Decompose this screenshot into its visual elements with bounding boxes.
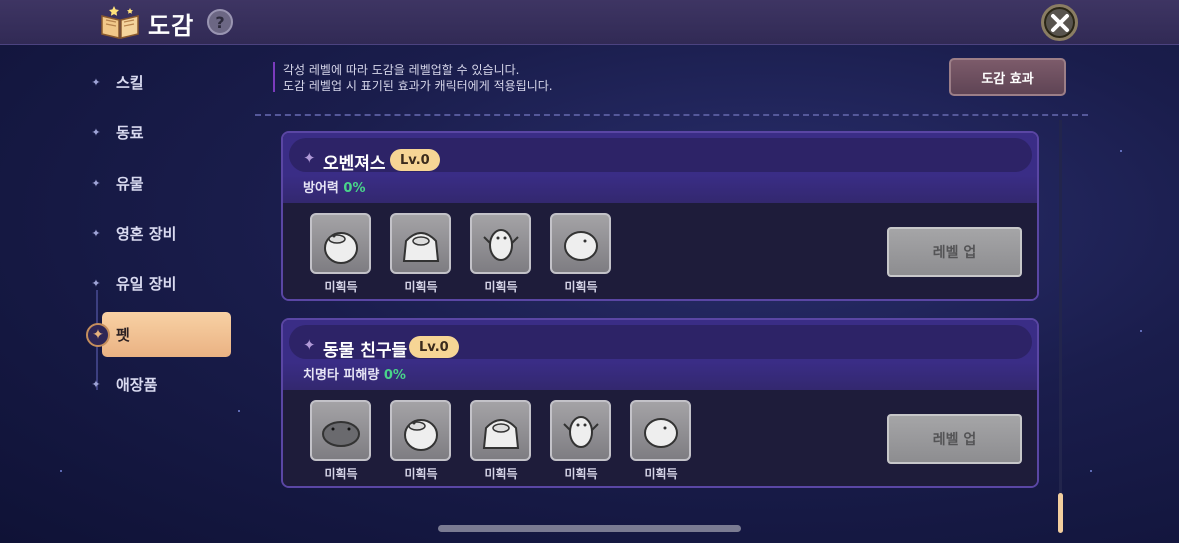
sidebar-item-soul-gear[interactable]: ✦ 영혼 장비: [88, 218, 238, 248]
close-button[interactable]: [1041, 4, 1078, 41]
active-indicator-icon: ✦: [86, 323, 110, 347]
sidebar-item-label: 스킬: [116, 73, 144, 92]
sidebar-item-pet[interactable]: 펫: [102, 312, 231, 357]
info-line: 각성 레벨에 따라 도감을 레벨업할 수 있습니다.: [283, 63, 520, 77]
pet-status: 미획득: [484, 467, 518, 481]
sparkle-icon: ✦: [91, 226, 101, 240]
card-body: 미획득 미획득 미획득 미획득 미획득 레벨 업: [283, 390, 1037, 486]
pet-status: 미획득: [404, 280, 438, 294]
collection-title: 오벤져스: [323, 154, 386, 174]
collection-effect-button[interactable]: 도감 효과: [949, 58, 1066, 96]
sidebar-item-label: 영혼 장비: [116, 224, 177, 243]
horizontal-scrollbar[interactable]: [438, 525, 741, 532]
card-body: 미획득 미획득 미획득 미획득 레벨 업: [283, 203, 1037, 299]
level-up-button[interactable]: 레벨 업: [887, 414, 1022, 464]
sparkle-icon: ✦: [91, 276, 101, 290]
penguin-pet-icon: [390, 213, 451, 274]
divider: [255, 114, 1088, 116]
pet-slot[interactable]: 미획득: [390, 400, 452, 482]
level-badge: Lv.0: [390, 149, 440, 171]
collection-card: ✦ 동물 친구들 Lv.0 치명타 피해량 0% 미획득 미획득 미획득 미획득…: [281, 318, 1039, 488]
sidebar-item-label: 애장품: [116, 375, 158, 394]
pet-status: 미획득: [324, 280, 358, 294]
sidebar-item-label: 유물: [116, 174, 144, 193]
duck-pet-icon: [310, 213, 371, 274]
pet-slot[interactable]: 미획득: [470, 400, 532, 482]
sparkle: [1120, 150, 1122, 152]
info-text: 각성 레벨에 따라 도감을 레벨업할 수 있습니다. 도감 레벨업 시 표기된 …: [283, 62, 553, 94]
pet-slot[interactable]: 미획득: [310, 213, 372, 295]
level-up-button[interactable]: 레벨 업: [887, 227, 1022, 277]
pet-slot[interactable]: 미획득: [310, 400, 372, 482]
sparkle-icon: ✦: [91, 75, 101, 89]
hippo-pet-icon: [310, 400, 371, 461]
sidebar-item-label: 펫: [116, 326, 130, 344]
close-icon: [1050, 13, 1069, 32]
collection-title: 동물 친구들: [323, 341, 408, 361]
sidebar-item-label: 유일 장비: [116, 274, 177, 293]
sparkle: [238, 410, 240, 412]
stat-value: 0%: [343, 181, 366, 196]
pet-slot[interactable]: 미획득: [550, 213, 612, 295]
bird-pet-icon: [550, 400, 611, 461]
collection-stat: 치명타 피해량 0%: [303, 364, 406, 383]
sparkle: [60, 470, 62, 472]
egg-pet-icon: [550, 213, 611, 274]
sparkle: [1090, 470, 1092, 472]
info-accent-bar: [273, 62, 275, 92]
collection-card: ✦ 오벤져스 Lv.0 방어력 0% 미획득 미획득 미획득 미획득 레벨 업: [281, 131, 1039, 301]
pet-status: 미획득: [404, 467, 438, 481]
vertical-scroll-thumb[interactable]: [1058, 493, 1063, 533]
sparkle-icon: ✦: [91, 176, 101, 190]
sparkle-icon: ✦: [303, 149, 316, 167]
help-button[interactable]: ?: [207, 9, 233, 35]
pet-slot[interactable]: 미획득: [470, 213, 532, 295]
pet-status: 미획득: [484, 280, 518, 294]
sidebar-item-label: 동료: [116, 123, 144, 142]
sidebar-item-companion[interactable]: ✦ 동료: [88, 117, 238, 147]
card-header: ✦ 동물 친구들 Lv.0 치명타 피해량 0%: [283, 320, 1037, 390]
pet-status: 미획득: [644, 467, 678, 481]
sidebar-item-unique-gear[interactable]: ✦ 유일 장비: [88, 268, 238, 298]
pet-status: 미획득: [324, 467, 358, 481]
penguin-pet-icon: [470, 400, 531, 461]
pet-slot[interactable]: 미획득: [390, 213, 452, 295]
card-title-bar: ✦ 동물 친구들 Lv.0: [289, 325, 1032, 361]
collection-stat: 방어력 0%: [303, 177, 366, 196]
pet-slot[interactable]: 미획득: [630, 400, 692, 482]
vertical-scrollbar[interactable]: [1059, 120, 1062, 530]
sidebar-item-keepsake[interactable]: ✦ 애장품: [88, 369, 238, 399]
egg-pet-icon: [630, 400, 691, 461]
stat-value: 0%: [383, 368, 406, 383]
pet-slot[interactable]: 미획득: [550, 400, 612, 482]
level-badge: Lv.0: [409, 336, 459, 358]
card-title-bar: ✦ 오벤져스 Lv.0: [289, 138, 1032, 174]
sidebar-item-relic[interactable]: ✦ 유물: [88, 168, 238, 198]
stat-label: 방어력: [303, 181, 339, 196]
sparkle-icon: ✦: [303, 336, 316, 354]
book-icon: [100, 4, 140, 40]
pet-status: 미획득: [564, 280, 598, 294]
sidebar-item-skill[interactable]: ✦ 스킬: [88, 67, 238, 97]
sparkle-icon: ✦: [91, 377, 101, 391]
card-header: ✦ 오벤져스 Lv.0 방어력 0%: [283, 133, 1037, 203]
bird-pet-icon: [470, 213, 531, 274]
sparkle-icon: ✦: [91, 125, 101, 139]
sparkle: [1140, 330, 1142, 332]
top-bar: 도감 ?: [0, 0, 1179, 45]
pet-status: 미획득: [564, 467, 598, 481]
page-title: 도감: [148, 12, 195, 40]
info-line: 도감 레벨업 시 표기된 효과가 캐릭터에게 적용됩니다.: [283, 79, 553, 93]
stat-label: 치명타 피해량: [303, 368, 380, 383]
duck-pet-icon: [390, 400, 451, 461]
